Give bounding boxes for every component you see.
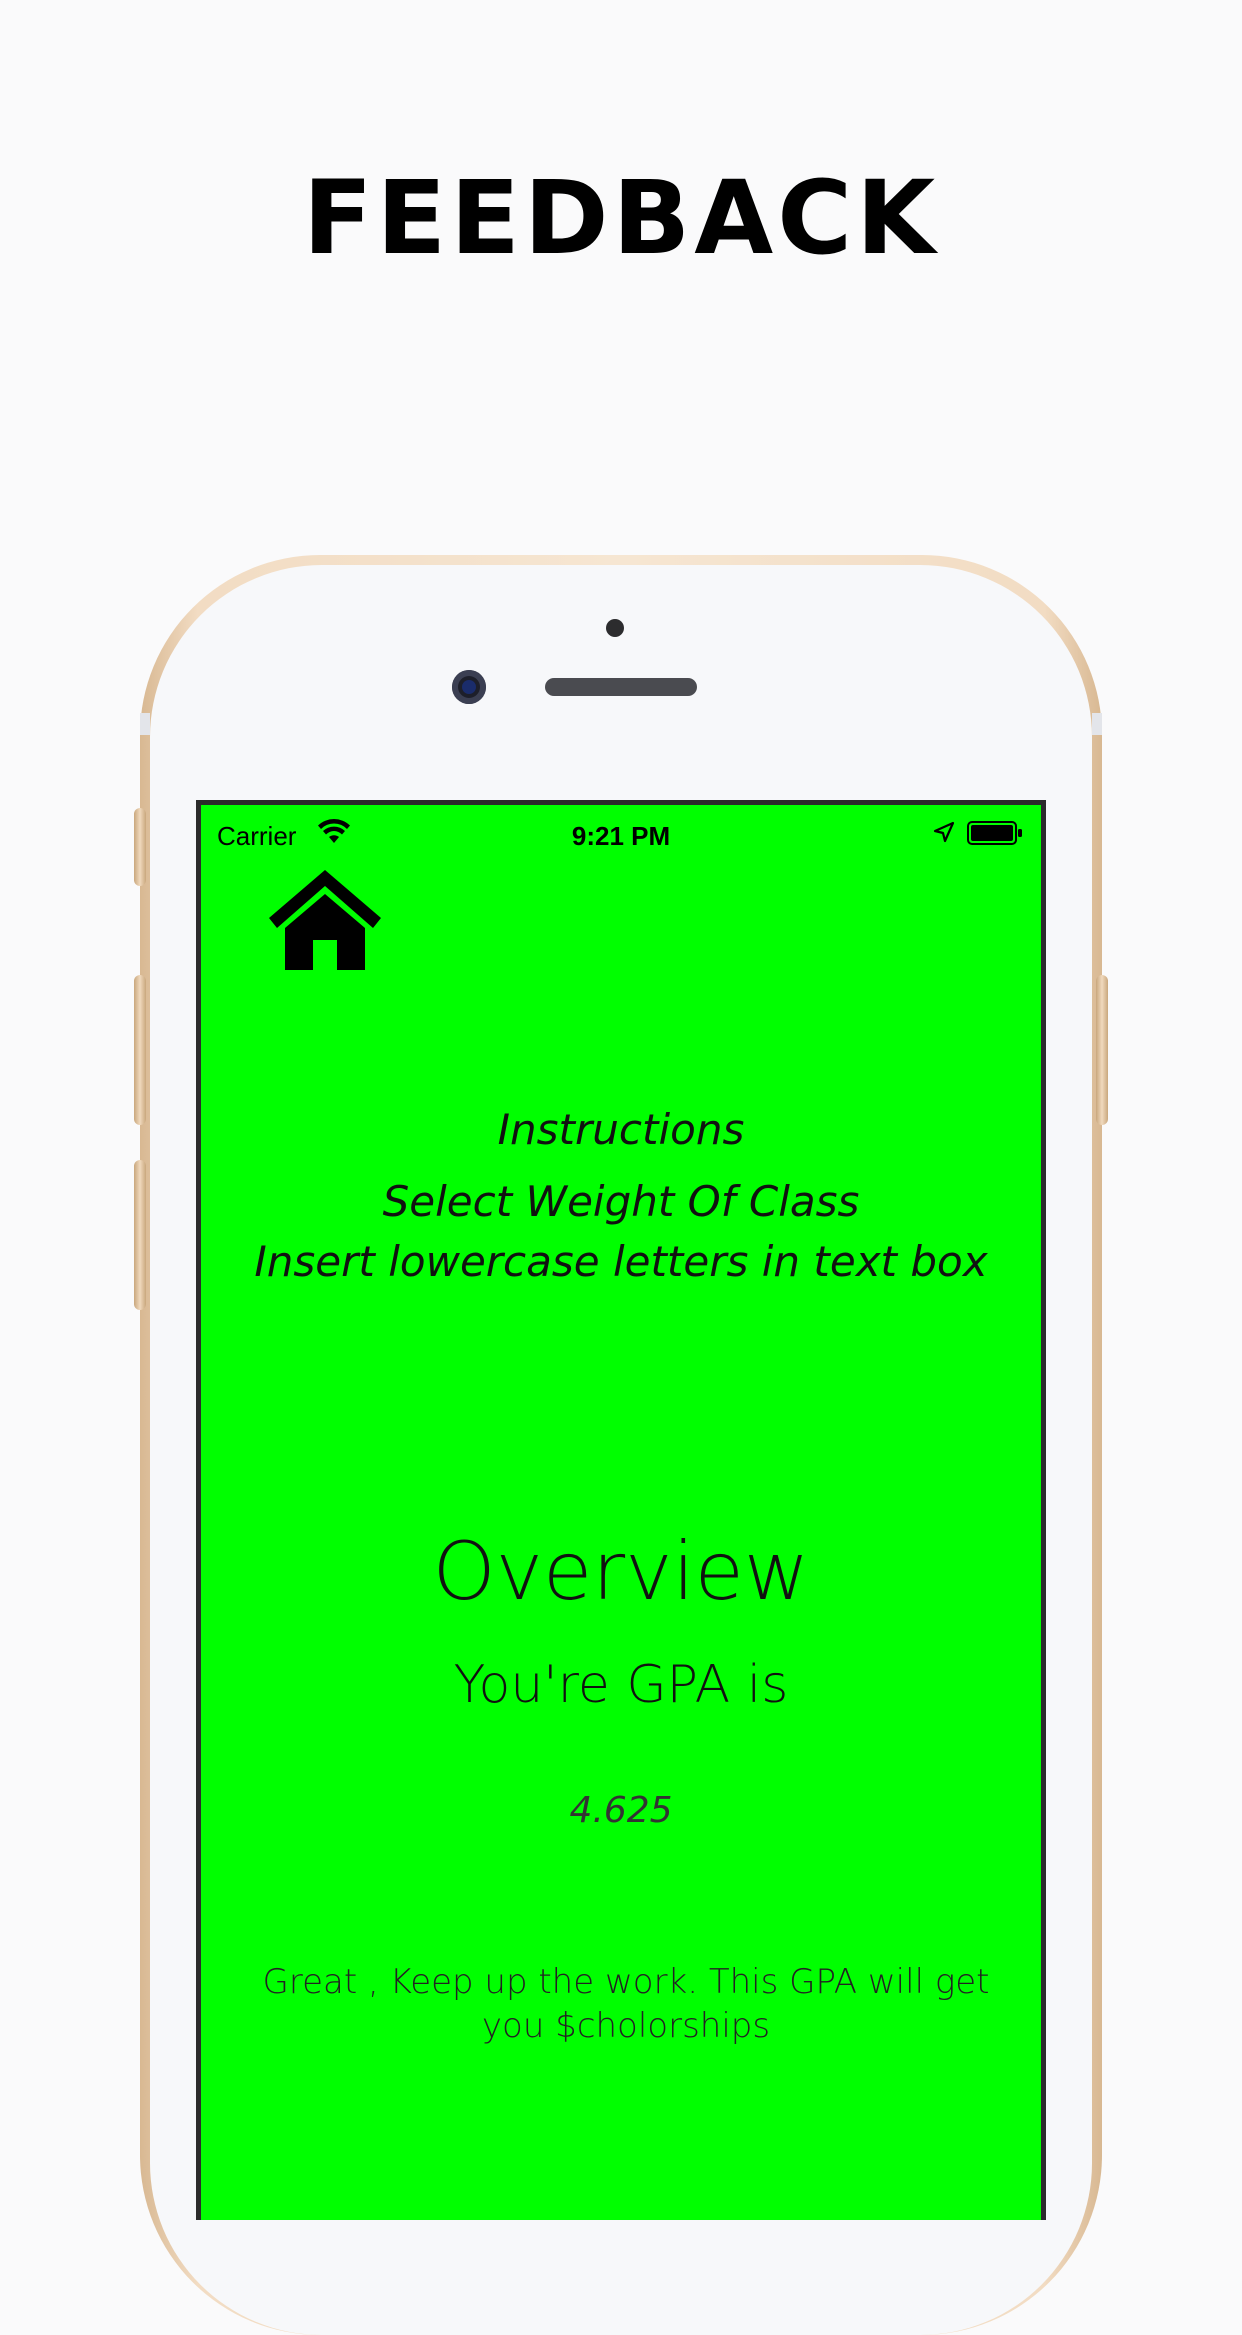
mute-switch — [134, 808, 146, 886]
promo-headline: FEEDBACK — [302, 159, 940, 278]
antenna-band-right — [1092, 713, 1102, 735]
gpa-label: You're GPA is — [453, 1655, 789, 1715]
location-arrow-icon — [933, 821, 955, 843]
front-camera — [452, 670, 486, 704]
status-bar: Carrier 9:21 PM — [201, 805, 1041, 855]
antenna-band-left — [140, 713, 150, 735]
instructions-title: Instructions — [497, 1105, 745, 1154]
status-time: 9:21 PM — [571, 821, 671, 851]
overview-title: Overview — [432, 1525, 810, 1618]
earpiece-speaker — [545, 678, 697, 696]
proximity-sensor — [606, 619, 624, 637]
volume-down-button — [134, 1160, 146, 1310]
feedback-message: Great , Keep up the work. This GPA will … — [262, 1962, 990, 2046]
battery-icon — [967, 821, 1022, 845]
app-screen: Carrier 9:21 PM Instructions Select Weig… — [196, 800, 1046, 2220]
instruction-line: Select Weight Of Class — [382, 1177, 860, 1226]
home-icon[interactable] — [267, 866, 383, 972]
power-button — [1096, 975, 1108, 1125]
gpa-value: 4.625 — [569, 1790, 673, 1831]
volume-up-button — [134, 975, 146, 1125]
instruction-line: Insert lowercase letters in text box — [254, 1237, 988, 1286]
